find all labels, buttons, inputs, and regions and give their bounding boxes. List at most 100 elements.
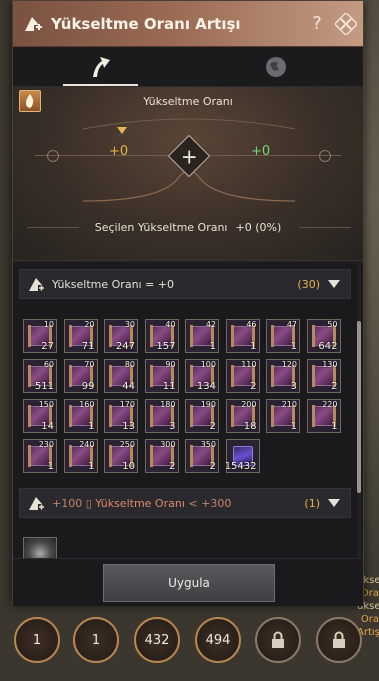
item-level: 180 <box>160 400 176 409</box>
item-level: 230 <box>38 440 54 449</box>
bottom-slot[interactable]: 494 <box>195 617 241 663</box>
item-count: 247 <box>115 341 135 352</box>
selected-rate-label: Seçilen Yükseltme Oranı <box>94 221 228 234</box>
bottom-slot-locked[interactable] <box>316 617 362 663</box>
item-count: 44 <box>122 381 135 392</box>
help-button[interactable]: ? <box>305 13 329 34</box>
group-label: Yükseltme Oranı = +0 <box>52 277 175 291</box>
item-count: 2 <box>250 381 257 392</box>
upgrade-scroll-item[interactable]: 200 18 <box>225 399 260 433</box>
item-count: 1 <box>290 341 297 352</box>
upgrade-scroll-item[interactable]: 100 134 <box>185 359 219 393</box>
item-count: 1 <box>209 341 216 352</box>
upgrade-scroll-item[interactable]: 150 14 <box>23 399 57 433</box>
bottom-slot[interactable]: 1 <box>14 617 60 663</box>
lock-icon <box>333 631 345 648</box>
item-count: 27 <box>41 341 54 352</box>
item-level: 130 <box>322 360 338 369</box>
upgrade-scroll-item[interactable]: 350 2 <box>185 439 219 473</box>
upgrade-scroll-item[interactable]: 42 1 <box>185 319 219 353</box>
item-level: 80 <box>124 360 135 369</box>
item-count: 10 <box>122 461 135 472</box>
upgrade-scroll-item[interactable]: 170 13 <box>104 399 138 433</box>
item-level: 220 <box>322 400 338 409</box>
upgrade-scroll-item[interactable]: 240 1 <box>63 439 98 473</box>
close-button[interactable] <box>329 1 363 47</box>
upgrade-scroll-item[interactable]: 50 642 <box>306 319 341 353</box>
item-count: 11 <box>162 381 176 392</box>
item-level: 120 <box>281 360 297 369</box>
apply-bar: Uygula <box>13 558 363 606</box>
item-level: 10 <box>43 320 54 329</box>
rate-title: Yükseltme Oranı <box>143 95 233 108</box>
right-ring-icon <box>319 150 331 162</box>
upgrade-scroll-item[interactable]: 210 1 <box>266 399 300 433</box>
upgrade-scroll-item[interactable]: 160 1 <box>63 399 98 433</box>
rate-display: Yükseltme Oranı +0 + +0 Seçilen Yükseltm… <box>13 87 363 261</box>
item-level: 40 <box>165 320 176 329</box>
upgrade-scroll-item[interactable]: 250 10 <box>104 439 138 473</box>
upgrade-scroll-item[interactable]: 110 2 <box>225 359 260 393</box>
upgrade-scroll-item[interactable]: 120 3 <box>266 359 300 393</box>
item-level: 250 <box>119 440 135 449</box>
upgrade-scroll-item[interactable]: 220 1 <box>306 399 341 433</box>
upgrade-scroll-item[interactable]: 20 71 <box>63 319 98 353</box>
lock-icon <box>272 631 284 648</box>
selected-rate-value: +0 (0%) <box>235 221 282 234</box>
group-header[interactable]: +100 ▯ Yükseltme Oranı < +300 (1) <box>19 488 351 518</box>
item-count: 2 <box>209 421 216 432</box>
upgrade-scroll-item[interactable]: 90 11 <box>144 359 179 393</box>
upgrade-scroll-item[interactable]: 130 2 <box>306 359 341 393</box>
upgrade-scroll-item[interactable]: 190 2 <box>185 399 219 433</box>
special-scroll-item[interactable]: 15432 <box>224 439 260 473</box>
upgrade-scroll-item[interactable]: 230 1 <box>23 439 57 473</box>
bottom-slot-locked[interactable] <box>255 617 301 663</box>
current-marker-icon <box>117 127 127 134</box>
upgrade-rate-icon <box>20 275 52 293</box>
item-count: 13 <box>122 421 135 432</box>
tab-globe[interactable] <box>188 47 363 86</box>
upgrade-scroll-item[interactable]: 80 44 <box>104 359 138 393</box>
item-count: 1 <box>250 341 257 352</box>
upgrade-scroll-item[interactable]: 47 1 <box>266 319 300 353</box>
item-level: 150 <box>38 400 54 409</box>
globe-icon <box>265 56 286 77</box>
upgrade-rate-icon <box>13 1 51 47</box>
apply-button[interactable]: Uygula <box>103 564 275 602</box>
upgrade-rate-panel: Yükseltme Oranı Artışı ? Yükseltme Oranı… <box>12 0 364 606</box>
item-count: 1 <box>290 421 297 432</box>
title-bar[interactable]: Yükseltme Oranı Artışı ? <box>13 1 363 47</box>
item-count: 1 <box>88 421 95 432</box>
bottom-slot[interactable]: 432 <box>134 617 180 663</box>
item-count: 1 <box>331 421 338 432</box>
item-level: 210 <box>281 400 297 409</box>
upgrade-scroll-item[interactable]: 30 247 <box>104 319 138 353</box>
item-level: 42 <box>205 320 216 329</box>
upgrade-scroll-item[interactable]: 180 3 <box>144 399 179 433</box>
item-count: 3 <box>169 421 176 432</box>
swirl-item-slot[interactable] <box>23 537 57 558</box>
group-label: +100 ▯ Yükseltme Oranı < +300 <box>52 497 304 510</box>
upgrade-scroll-item[interactable]: 60 511 <box>23 359 57 393</box>
item-level: 350 <box>200 440 216 449</box>
bottom-slot[interactable]: 1 <box>73 617 119 663</box>
tab-upgrade[interactable] <box>13 47 188 86</box>
item-level: 110 <box>241 360 257 369</box>
window-title: Yükseltme Oranı Artışı <box>51 14 241 33</box>
list-scrollbar[interactable] <box>357 263 361 558</box>
upgrade-scroll-item[interactable]: 40 157 <box>144 319 179 353</box>
scrollbar-thumb[interactable] <box>357 321 361 493</box>
item-level: 70 <box>84 360 95 369</box>
group-header[interactable]: Yükseltme Oranı = +0 (30) <box>19 269 351 299</box>
item-count: 15432 <box>224 461 257 472</box>
item-level: 30 <box>124 320 135 329</box>
upgrade-scroll-item[interactable]: 70 99 <box>63 359 98 393</box>
item-level: 160 <box>79 400 95 409</box>
upgrade-arrow-icon <box>92 56 110 77</box>
upgrade-scroll-item[interactable]: 10 27 <box>23 319 57 353</box>
group-count: (30) <box>297 277 320 291</box>
item-count: 1 <box>47 461 54 472</box>
item-grid: 10 27 20 71 30 247 40 157 42 1 46 1 47 1 50 642 60 511 70 9… <box>23 319 349 473</box>
upgrade-scroll-item[interactable]: 46 1 <box>225 319 260 353</box>
upgrade-scroll-item[interactable]: 300 2 <box>144 439 179 473</box>
